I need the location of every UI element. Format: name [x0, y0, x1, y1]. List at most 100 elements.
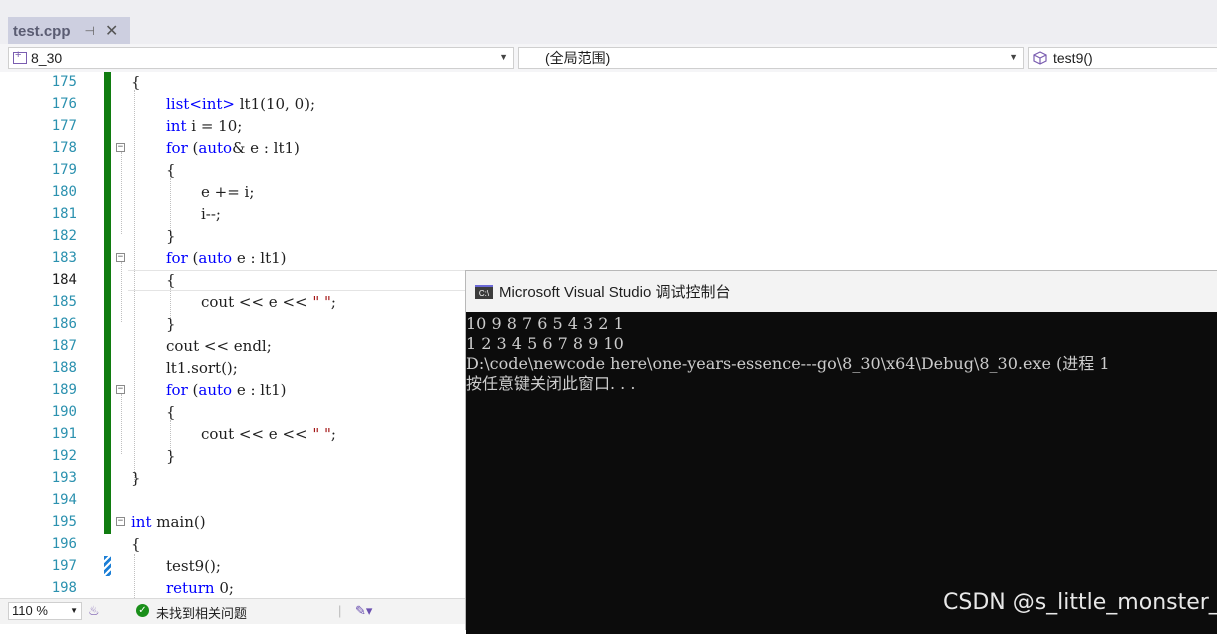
- zoom-level: 110 %: [12, 603, 48, 618]
- issues-status[interactable]: 未找到相关问题: [156, 603, 247, 622]
- code-token: {: [131, 73, 141, 91]
- code-line[interactable]: 181 i--;: [0, 204, 1217, 226]
- code-text: test9();: [166, 557, 221, 575]
- project-dropdown[interactable]: 8_30 ▼: [8, 47, 514, 69]
- brush-icon[interactable]: ✎▾: [355, 603, 372, 619]
- line-number: 177: [51, 118, 77, 134]
- code-token: e : lt1): [232, 249, 287, 267]
- console-title-bar[interactable]: C:\ Microsoft Visual Studio 调试控制台: [466, 271, 1217, 312]
- code-line[interactable]: 177 int i = 10;: [0, 116, 1217, 138]
- code-token: {: [166, 161, 176, 179]
- code-token: main(): [151, 513, 206, 531]
- check-icon: ✓: [136, 604, 149, 617]
- code-token: }: [166, 227, 176, 245]
- code-token: i--;: [201, 205, 221, 223]
- line-number: 196: [51, 536, 77, 552]
- console-title: Microsoft Visual Studio 调试控制台: [499, 284, 731, 301]
- code-text: }: [166, 227, 176, 245]
- tab-label: test.cpp: [13, 22, 71, 40]
- code-token: {: [131, 535, 141, 553]
- code-text: e += i;: [201, 183, 254, 201]
- code-text: {: [166, 403, 176, 421]
- code-line[interactable]: 180 e += i;: [0, 182, 1217, 204]
- scope-dropdown[interactable]: (全局范围) ▼: [518, 47, 1024, 69]
- pin-icon[interactable]: ⊣: [85, 24, 95, 38]
- code-keyword: >: [222, 95, 235, 113]
- member-dropdown[interactable]: test9(): [1028, 47, 1217, 69]
- code-token: (: [187, 249, 199, 267]
- code-token: (: [187, 139, 199, 157]
- line-number: 175: [51, 74, 77, 90]
- console-line: 按任意键关闭此窗口. . .: [466, 374, 636, 393]
- code-token: lt1(10, 0);: [234, 95, 316, 113]
- code-line[interactable]: 183 for (auto e : lt1): [0, 248, 1217, 270]
- debug-console-window[interactable]: C:\ Microsoft Visual Studio 调试控制台 10 9 8…: [465, 270, 1217, 634]
- line-number: 188: [51, 360, 77, 376]
- console-line: 10 9 8 7 6 5 4 3 2 1: [466, 314, 624, 333]
- code-token: test9();: [166, 557, 221, 575]
- code-token: ;: [330, 293, 336, 311]
- code-text: for (auto& e : lt1): [166, 139, 300, 157]
- line-number: 197: [51, 558, 77, 574]
- code-line[interactable]: 182}: [0, 226, 1217, 248]
- line-number: 189: [51, 382, 77, 398]
- code-token: cout << e <<: [201, 425, 313, 443]
- zoom-dropdown[interactable]: 110 % ▼: [8, 602, 82, 620]
- project-icon: [13, 49, 27, 64]
- code-token: ;: [330, 425, 336, 443]
- code-text: lt1.sort();: [166, 359, 238, 377]
- code-line[interactable]: 175 {: [0, 72, 1217, 94]
- line-number: 186: [51, 316, 77, 332]
- console-line: 1 2 3 4 5 6 7 8 9 10: [466, 334, 624, 353]
- code-token: i = 10;: [186, 117, 243, 135]
- code-line[interactable]: 179 {: [0, 160, 1217, 182]
- code-string: " ": [312, 425, 331, 443]
- line-number: 187: [51, 338, 77, 354]
- code-keyword: auto: [198, 249, 233, 267]
- code-token: {: [166, 271, 176, 289]
- code-keyword: for: [166, 139, 188, 157]
- code-token: }: [166, 447, 176, 465]
- line-number: 182: [51, 228, 77, 244]
- line-number: 193: [51, 470, 77, 486]
- line-number: 184: [51, 272, 77, 288]
- cube-icon: [1033, 51, 1047, 65]
- member-name: test9(): [1053, 50, 1093, 66]
- close-icon[interactable]: ✕: [105, 21, 118, 41]
- code-token: cout << endl;: [166, 337, 272, 355]
- code-keyword: int: [131, 513, 152, 531]
- code-keyword: return: [166, 579, 215, 597]
- code-text: {: [166, 161, 176, 179]
- chevron-down-icon[interactable]: ▼: [1009, 52, 1018, 62]
- line-number: 185: [51, 294, 77, 310]
- code-text: int i = 10;: [166, 117, 242, 135]
- tab-test-cpp[interactable]: test.cpp ⊣ ✕: [8, 17, 130, 45]
- line-number: 194: [51, 492, 77, 508]
- chevron-down-icon[interactable]: ▼: [499, 52, 508, 62]
- code-text: }: [166, 447, 176, 465]
- code-keyword: for: [166, 381, 188, 399]
- line-number: 179: [51, 162, 77, 178]
- line-number: 191: [51, 426, 77, 442]
- scope-name: (全局范围): [545, 50, 611, 66]
- code-keyword: int: [201, 95, 223, 113]
- project-name: 8_30: [31, 50, 63, 66]
- code-keyword: for: [166, 249, 188, 267]
- console-line: D:\code\newcode here\one-years-essence--…: [466, 354, 1110, 373]
- code-text: }: [131, 469, 141, 487]
- code-text: for (auto e : lt1): [166, 249, 287, 267]
- code-text: cout << e << " ";: [201, 425, 336, 443]
- console-output[interactable]: 10 9 8 7 6 5 4 3 2 1 1 2 3 4 5 6 7 8 9 1…: [466, 312, 1217, 634]
- code-keyword: auto: [198, 139, 233, 157]
- line-number: 176: [51, 96, 77, 112]
- console-icon: C:\: [475, 284, 493, 299]
- code-line[interactable]: 176 list<int> lt1(10, 0);: [0, 94, 1217, 116]
- navigation-bar: 8_30 ▼ (全局范围) ▼ test9(): [0, 44, 1217, 73]
- chevron-down-icon[interactable]: ▼: [70, 606, 78, 615]
- code-text: i--;: [201, 205, 221, 223]
- ai-assist-icon[interactable]: ♨: [88, 603, 100, 619]
- code-token: cout << e <<: [201, 293, 313, 311]
- line-number: 183: [51, 250, 77, 266]
- code-text: list<int> lt1(10, 0);: [166, 95, 315, 113]
- code-line[interactable]: 178 for (auto& e : lt1): [0, 138, 1217, 160]
